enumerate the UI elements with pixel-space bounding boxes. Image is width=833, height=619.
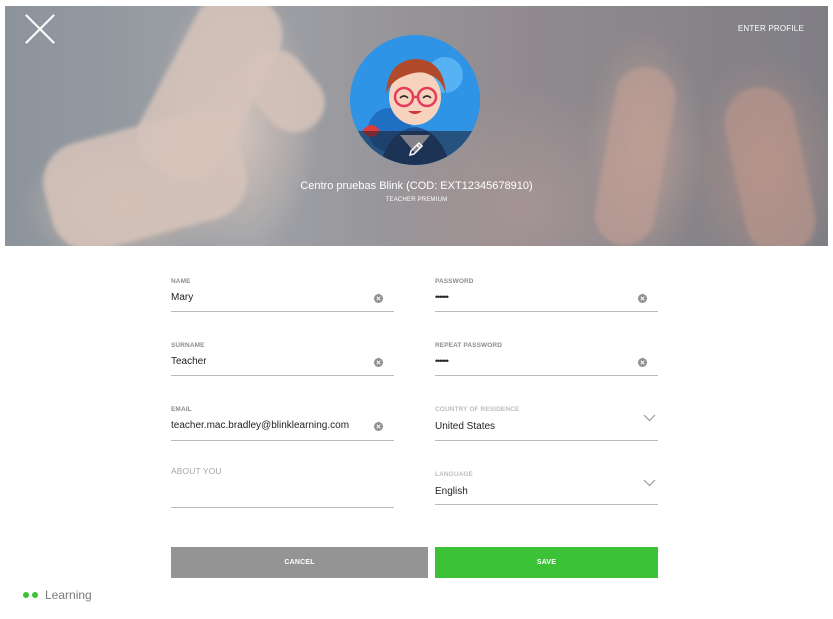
save-button[interactable]: SAVE (435, 547, 658, 578)
password-field[interactable]: PASSWORD •••••• (435, 278, 658, 312)
chevron-down-icon[interactable] (643, 414, 656, 422)
about-label: ABOUT YOU (171, 466, 222, 476)
about-field[interactable]: ABOUT YOU (171, 466, 394, 508)
background-hand (233, 37, 337, 145)
surname-label: SURNAME (171, 342, 205, 349)
language-value: English (435, 486, 468, 497)
language-label: LANGUAGE (435, 471, 473, 478)
email-input[interactable]: teacher.mac.bradley@blinklearning.com (171, 420, 349, 431)
country-select[interactable]: COUNTRY OF RESIDENCE United States (435, 406, 658, 441)
brand-dot-icon (23, 592, 29, 598)
surname-field[interactable]: SURNAME Teacher (171, 342, 394, 376)
clear-icon[interactable] (638, 358, 647, 367)
clear-icon[interactable] (374, 358, 383, 367)
background-hand (123, 6, 297, 196)
name-label: NAME (171, 278, 191, 285)
background-hand (718, 80, 822, 246)
cancel-button[interactable]: CANCEL (171, 547, 428, 578)
name-input[interactable]: Mary (171, 292, 193, 303)
close-icon[interactable] (24, 13, 56, 45)
email-field[interactable]: EMAIL teacher.mac.bradley@blinklearning.… (171, 406, 394, 441)
brand-text: Learning (45, 588, 92, 602)
background-hand (34, 101, 256, 246)
country-label: COUNTRY OF RESIDENCE (435, 406, 520, 413)
clear-icon[interactable] (638, 294, 647, 303)
email-label: EMAIL (171, 406, 192, 413)
language-select[interactable]: LANGUAGE English (435, 471, 658, 505)
name-field[interactable]: NAME Mary (171, 278, 394, 312)
brand-logo: Learning (23, 588, 92, 602)
enter-profile-link[interactable]: ENTER PROFILE (738, 24, 804, 33)
repeat-password-label: REPEAT PASSWORD (435, 342, 502, 349)
repeat-password-input[interactable]: •••••• (435, 356, 449, 366)
centre-name: Centro pruebas Blink (COD: EXT1234567891… (300, 180, 533, 192)
repeat-password-field[interactable]: REPEAT PASSWORD •••••• (435, 342, 658, 376)
chevron-down-icon[interactable] (643, 479, 656, 487)
password-input[interactable]: •••••• (435, 292, 449, 302)
surname-input[interactable]: Teacher (171, 356, 207, 367)
password-label: PASSWORD (435, 278, 474, 285)
background-hand (589, 62, 681, 246)
clear-icon[interactable] (374, 294, 383, 303)
user-role: TEACHER PREMIUM (385, 197, 448, 203)
pencil-icon[interactable] (406, 139, 426, 159)
avatar[interactable] (350, 35, 480, 165)
clear-icon[interactable] (374, 422, 383, 431)
brand-dot-icon (32, 592, 38, 598)
country-value: United States (435, 421, 496, 432)
